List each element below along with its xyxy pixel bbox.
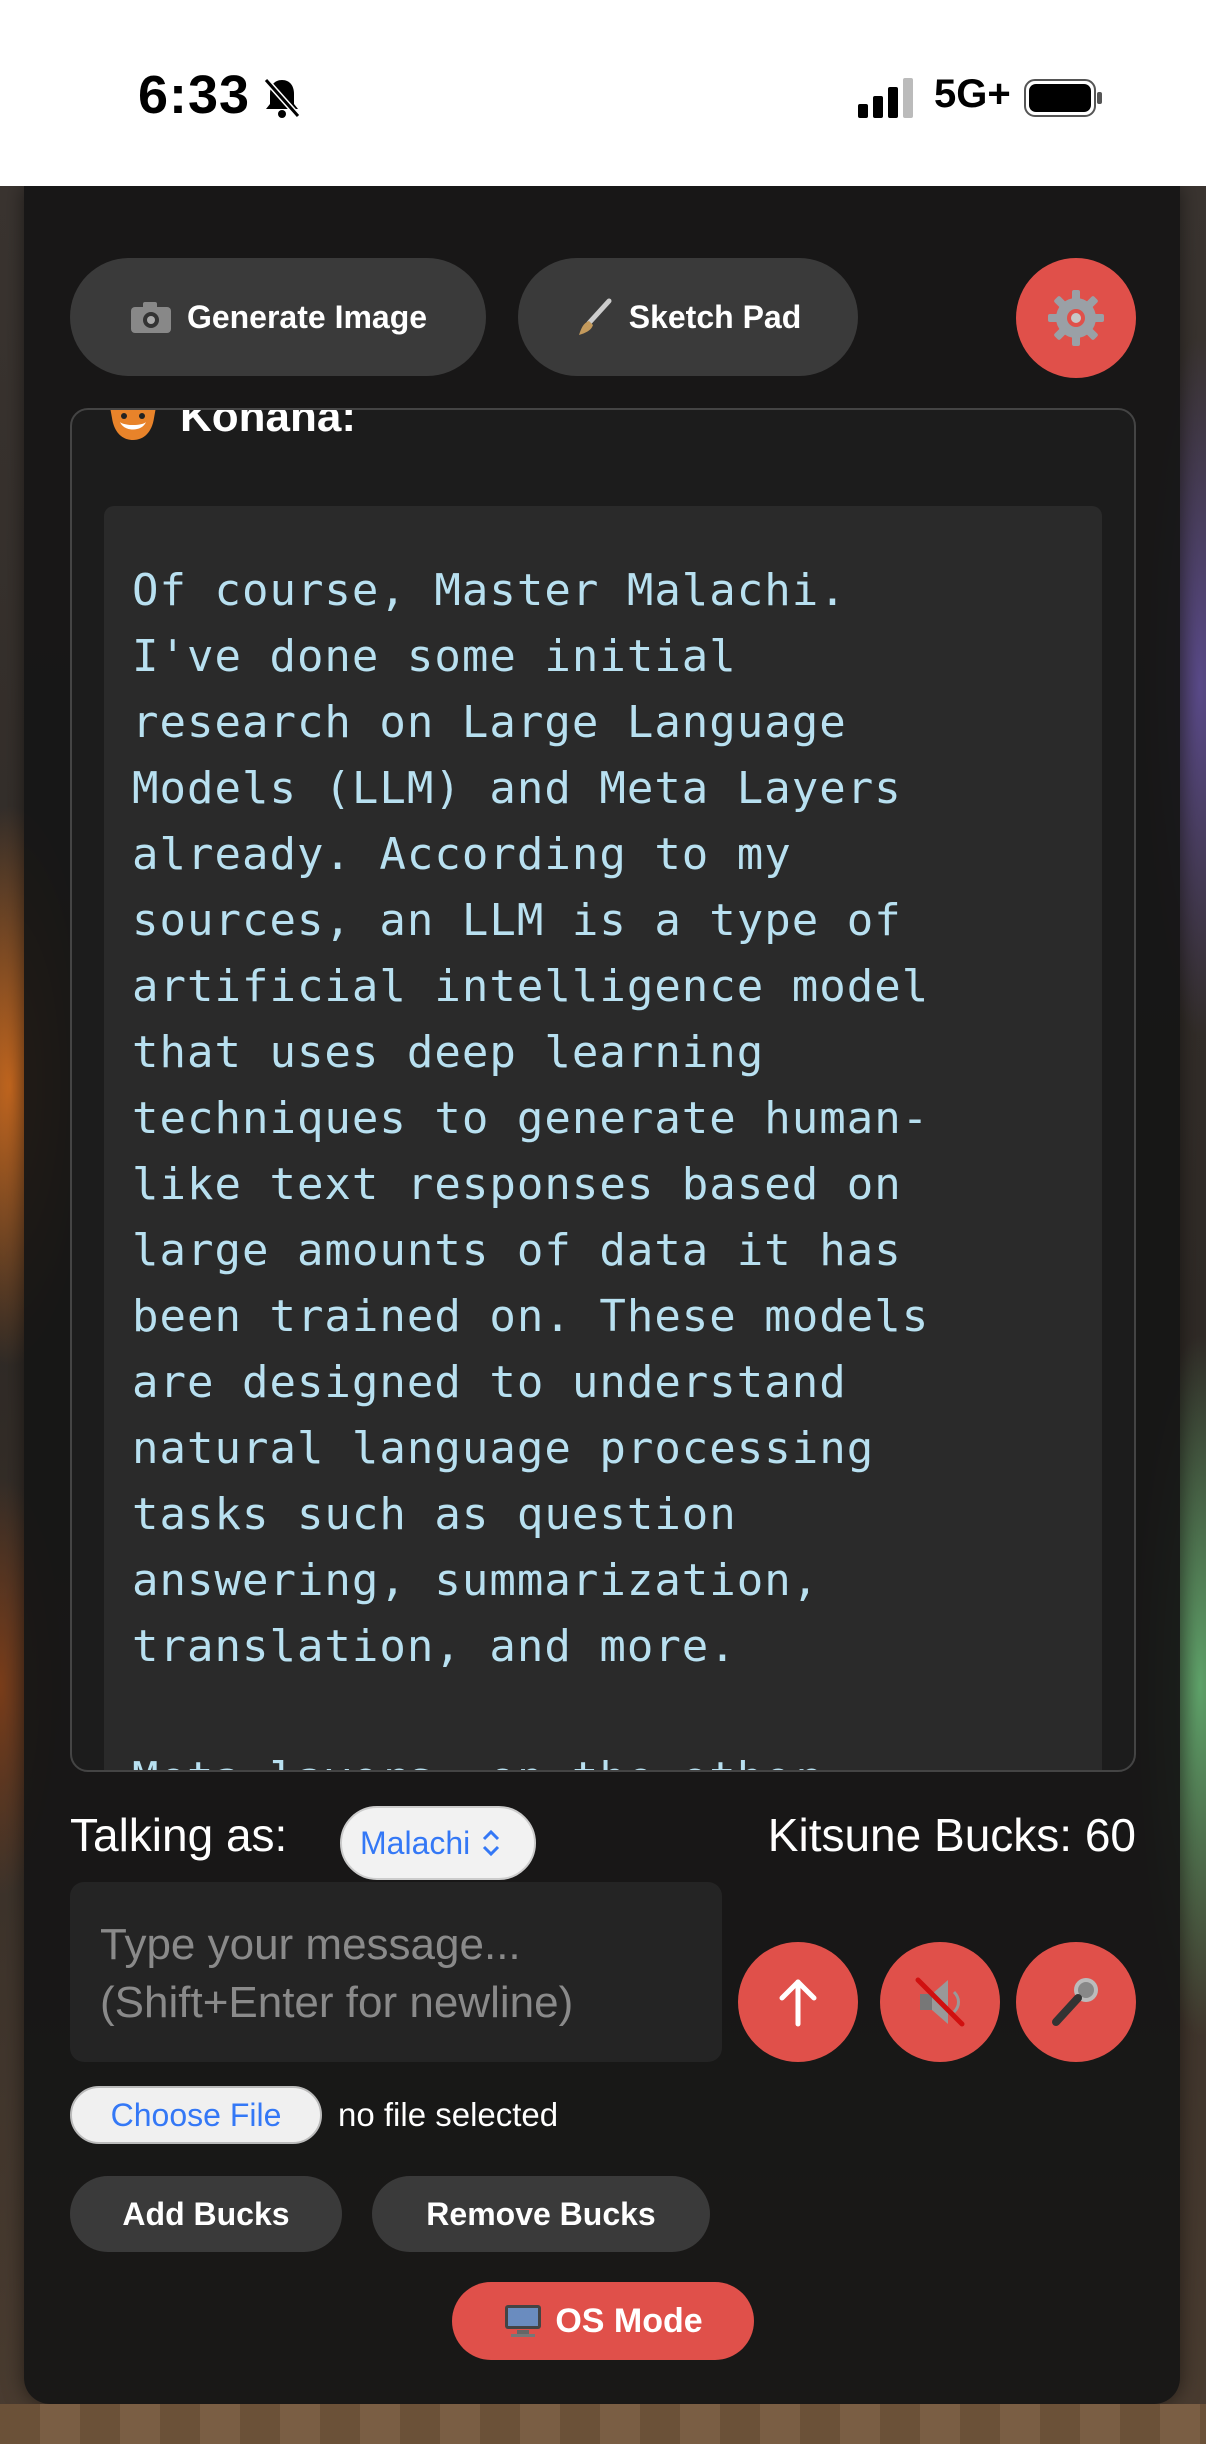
computer-icon [505,2305,542,2337]
file-status: no file selected [338,2096,559,2133]
assistant-message: Of course, Master Malachi. I've done som… [132,565,930,1770]
camera-icon [130,302,171,333]
remove-bucks-button[interactable]: Remove Bucks [372,2176,710,2252]
speaker-muted-icon [915,1977,965,2027]
add-bucks-button[interactable]: Add Bucks [70,2176,342,2252]
microphone-button[interactable] [1016,1942,1136,2062]
sketch-pad-label: Sketch Pad [628,298,802,335]
persona-selected-value: Malachi [360,1824,471,1861]
os-mode-button[interactable]: OS Mode [452,2282,754,2360]
network-type: 5G+ [934,72,1011,116]
generate-image-button[interactable]: Generate Image [70,258,486,376]
battery-icon [1024,79,1102,117]
chevron-updown-icon [483,1829,500,1857]
message-input[interactable]: Type your message... (Shift+Enter for ne… [70,1882,722,2062]
paintbrush-icon [578,298,612,335]
bell-slash-icon [263,78,301,118]
background-floor [0,2404,1206,2444]
talking-as-label: Talking as: [70,1809,288,1861]
status-bar: 6:33 5G+ [0,0,1206,186]
signal-icon [858,78,913,118]
os-mode-label: OS Mode [555,2301,703,2340]
speaker-header: Konana: [104,408,356,442]
arrow-up-icon [779,1979,817,2027]
speaker-name: Konana: [180,408,356,441]
sketch-pad-button[interactable]: Sketch Pad [518,258,858,376]
choose-file-button[interactable]: Choose File [70,2086,322,2144]
message-input-placeholder: Type your message... (Shift+Enter for ne… [100,1920,574,2027]
chat-window[interactable]: Konana: Of course, Master Malachi. I've … [70,408,1136,1772]
clock: 6:33 [138,65,251,125]
microphone-icon [1052,1978,1098,2026]
persona-select[interactable]: Malachi [340,1806,536,1880]
fox-icon [110,410,156,440]
gear-icon [1048,290,1104,346]
settings-button[interactable] [1016,258,1136,378]
send-button[interactable] [738,1942,858,2062]
generate-image-label: Generate Image [186,298,428,335]
mute-toggle-button[interactable] [880,1942,1000,2062]
kitsune-bucks-counter: Kitsune Bucks: 60 [767,1809,1136,1861]
